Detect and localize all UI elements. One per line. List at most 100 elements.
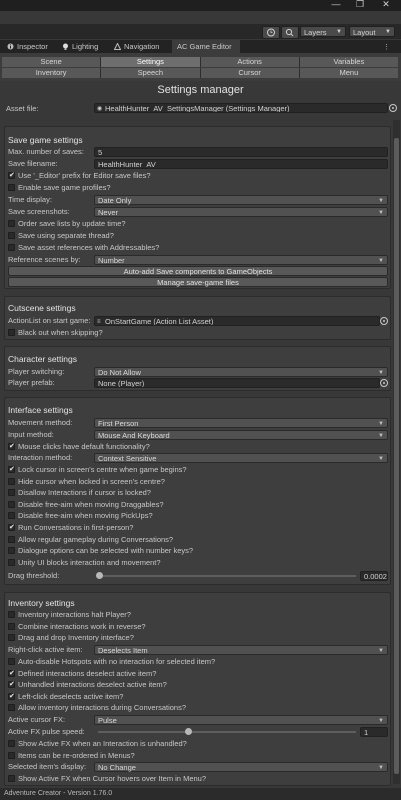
drag-threshold-slider[interactable] [98, 575, 356, 577]
checkbox[interactable] [8, 611, 15, 618]
checkbox[interactable] [8, 500, 15, 508]
mouse-clicks-default-checkbox[interactable] [8, 442, 15, 450]
pulse-speed-field[interactable]: 1 [360, 727, 388, 737]
chevron-down-icon: ▼ [336, 29, 342, 35]
maximize-button[interactable]: ❐ [348, 0, 372, 10]
section-tab-speech[interactable]: Speech [101, 68, 201, 78]
history-button[interactable] [262, 26, 280, 39]
selected-display-dropdown[interactable]: No Change ▼ [94, 762, 388, 772]
inventory-checkbox-list-b: Auto-disable Hotspots with no interactio… [8, 656, 388, 714]
checkbox[interactable] [8, 634, 15, 642]
black-out-label: Black out when skipping? [18, 328, 103, 337]
checkbox[interactable] [8, 558, 15, 566]
close-button[interactable]: ✕ [374, 0, 398, 10]
save-filename-field[interactable]: HealthHunter_AV [94, 159, 388, 169]
dropdown-value: First Person [98, 419, 139, 428]
drag-threshold-label: Drag threshold: [8, 571, 60, 580]
addressables-checkbox[interactable] [8, 244, 15, 251]
list-item: Allow inventory interactions during Conv… [8, 702, 388, 714]
checkbox[interactable] [8, 740, 15, 747]
layout-dropdown[interactable]: Layout ▼ [349, 26, 395, 37]
section-tab-actions[interactable]: Actions [200, 57, 300, 67]
section-tab-menu[interactable]: Menu [299, 68, 398, 78]
chevron-down-icon: ▼ [378, 765, 384, 771]
checkbox[interactable] [8, 704, 15, 712]
chevron-down-icon: ▼ [378, 370, 384, 376]
max-saves-label: Max. number of saves: [8, 147, 84, 156]
actionlist-start-label: ActionList on start game: [8, 316, 91, 325]
checkbox[interactable] [8, 680, 15, 689]
checkbox-label: Hide cursor when locked in screen's cent… [18, 476, 165, 486]
list-item: Show Active FX when Cursor hovers over I… [8, 773, 388, 785]
search-button[interactable] [281, 26, 299, 39]
interaction-method-dropdown[interactable]: Context Sensitive ▼ [94, 453, 388, 463]
max-saves-field[interactable]: 5 [94, 147, 388, 157]
movement-method-dropdown[interactable]: First Person ▼ [94, 418, 388, 428]
right-click-dropdown[interactable]: Deselects Item ▼ [94, 645, 388, 655]
separate-thread-checkbox[interactable] [8, 232, 15, 239]
checkbox[interactable] [8, 489, 15, 497]
checkbox[interactable] [8, 658, 15, 665]
section-tab-scene[interactable]: Scene [2, 57, 102, 67]
checkbox[interactable] [8, 477, 15, 485]
tab-inspector[interactable]: Inspector [3, 40, 53, 53]
checkbox[interactable] [8, 775, 15, 782]
checkbox[interactable] [8, 465, 15, 473]
tab-lighting[interactable]: Lighting [58, 40, 106, 53]
actionlist-start-field[interactable]: ≡ OnStartGame (Action List Asset) [94, 316, 380, 326]
list-item: Disable free-aim when moving PickUps? [8, 510, 388, 522]
list-item: Disallow Interactions if cursor is locke… [8, 487, 388, 499]
layers-dropdown[interactable]: Layers ▼ [300, 26, 346, 37]
checkbox[interactable] [8, 523, 15, 531]
navigation-icon [113, 41, 122, 50]
object-picker-icon[interactable] [389, 104, 397, 112]
section-tab-cursor[interactable]: Cursor [200, 68, 300, 78]
chevron-down-icon: ▼ [385, 29, 391, 35]
checkbox-label: Disable free-aim when moving PickUps? [18, 511, 153, 521]
input-method-dropdown[interactable]: Mouse And Keyboard ▼ [94, 430, 388, 440]
drag-threshold-field[interactable]: 0.0002 [360, 571, 388, 581]
object-picker-icon[interactable] [380, 379, 388, 387]
player-prefab-field[interactable]: None (Player) [94, 378, 380, 388]
checkbox[interactable] [8, 622, 15, 630]
section-tab-settings[interactable]: Settings [101, 57, 201, 67]
section-tab-inventory[interactable]: Inventory [2, 68, 102, 78]
order-by-time-checkbox[interactable] [8, 220, 15, 227]
manage-save-files-button[interactable]: Manage save-game files [8, 277, 388, 287]
checkbox[interactable] [8, 512, 15, 520]
use-editor-prefix-checkbox[interactable] [8, 171, 15, 179]
list-item: Drag and drop Inventory interface? [8, 632, 388, 644]
object-picker-icon[interactable] [380, 317, 388, 325]
checkbox-label: Lock cursor in screen's centre when game… [18, 465, 187, 474]
section-tab-variables[interactable]: Variables [299, 57, 398, 67]
reference-scenes-dropdown[interactable]: Number ▼ [94, 255, 388, 265]
inventory-checkbox-list-d: Show Active FX when Cursor hovers over I… [8, 773, 388, 785]
minimize-button[interactable]: — [324, 0, 348, 10]
tab-ac-game-editor[interactable]: AC Game Editor [172, 40, 240, 53]
kebab-menu-icon[interactable]: ⋮ [383, 43, 390, 51]
active-cursor-fx-dropdown[interactable]: Pulse ▼ [94, 715, 388, 725]
scrollbar-thumb[interactable] [394, 138, 399, 774]
checkbox[interactable] [8, 751, 15, 759]
black-out-checkbox[interactable] [8, 329, 15, 336]
history-icon [267, 28, 275, 37]
tab-navigation[interactable]: Navigation [110, 40, 168, 53]
asset-file-field[interactable]: ◉ HealthHunter_AV_SettingsManager (Settin… [94, 103, 388, 113]
addressables-label: Save asset references with Addressables? [18, 243, 160, 252]
selected-display-label: Selected item's display: [8, 762, 87, 771]
section-title: Save game settings [8, 135, 83, 145]
list-item: Hide cursor when locked in screen's cent… [8, 476, 388, 488]
auto-add-save-components-button[interactable]: Auto-add Save components to GameObjects [8, 266, 388, 276]
player-switching-dropdown[interactable]: Do Not Allow ▼ [94, 367, 388, 377]
checkbox[interactable] [8, 535, 15, 543]
checkbox[interactable] [8, 669, 15, 677]
info-icon [7, 41, 14, 50]
pulse-speed-slider[interactable] [98, 731, 356, 733]
checkbox-label: Unity UI blocks interaction and movement… [18, 557, 161, 567]
drag-threshold-knob[interactable] [96, 572, 103, 579]
save-screenshots-dropdown[interactable]: Never ▼ [94, 207, 388, 217]
time-display-dropdown[interactable]: Date Only ▼ [94, 195, 388, 205]
checkbox[interactable] [8, 547, 15, 555]
checkbox[interactable] [8, 692, 15, 700]
enable-profiles-checkbox[interactable] [8, 184, 15, 191]
